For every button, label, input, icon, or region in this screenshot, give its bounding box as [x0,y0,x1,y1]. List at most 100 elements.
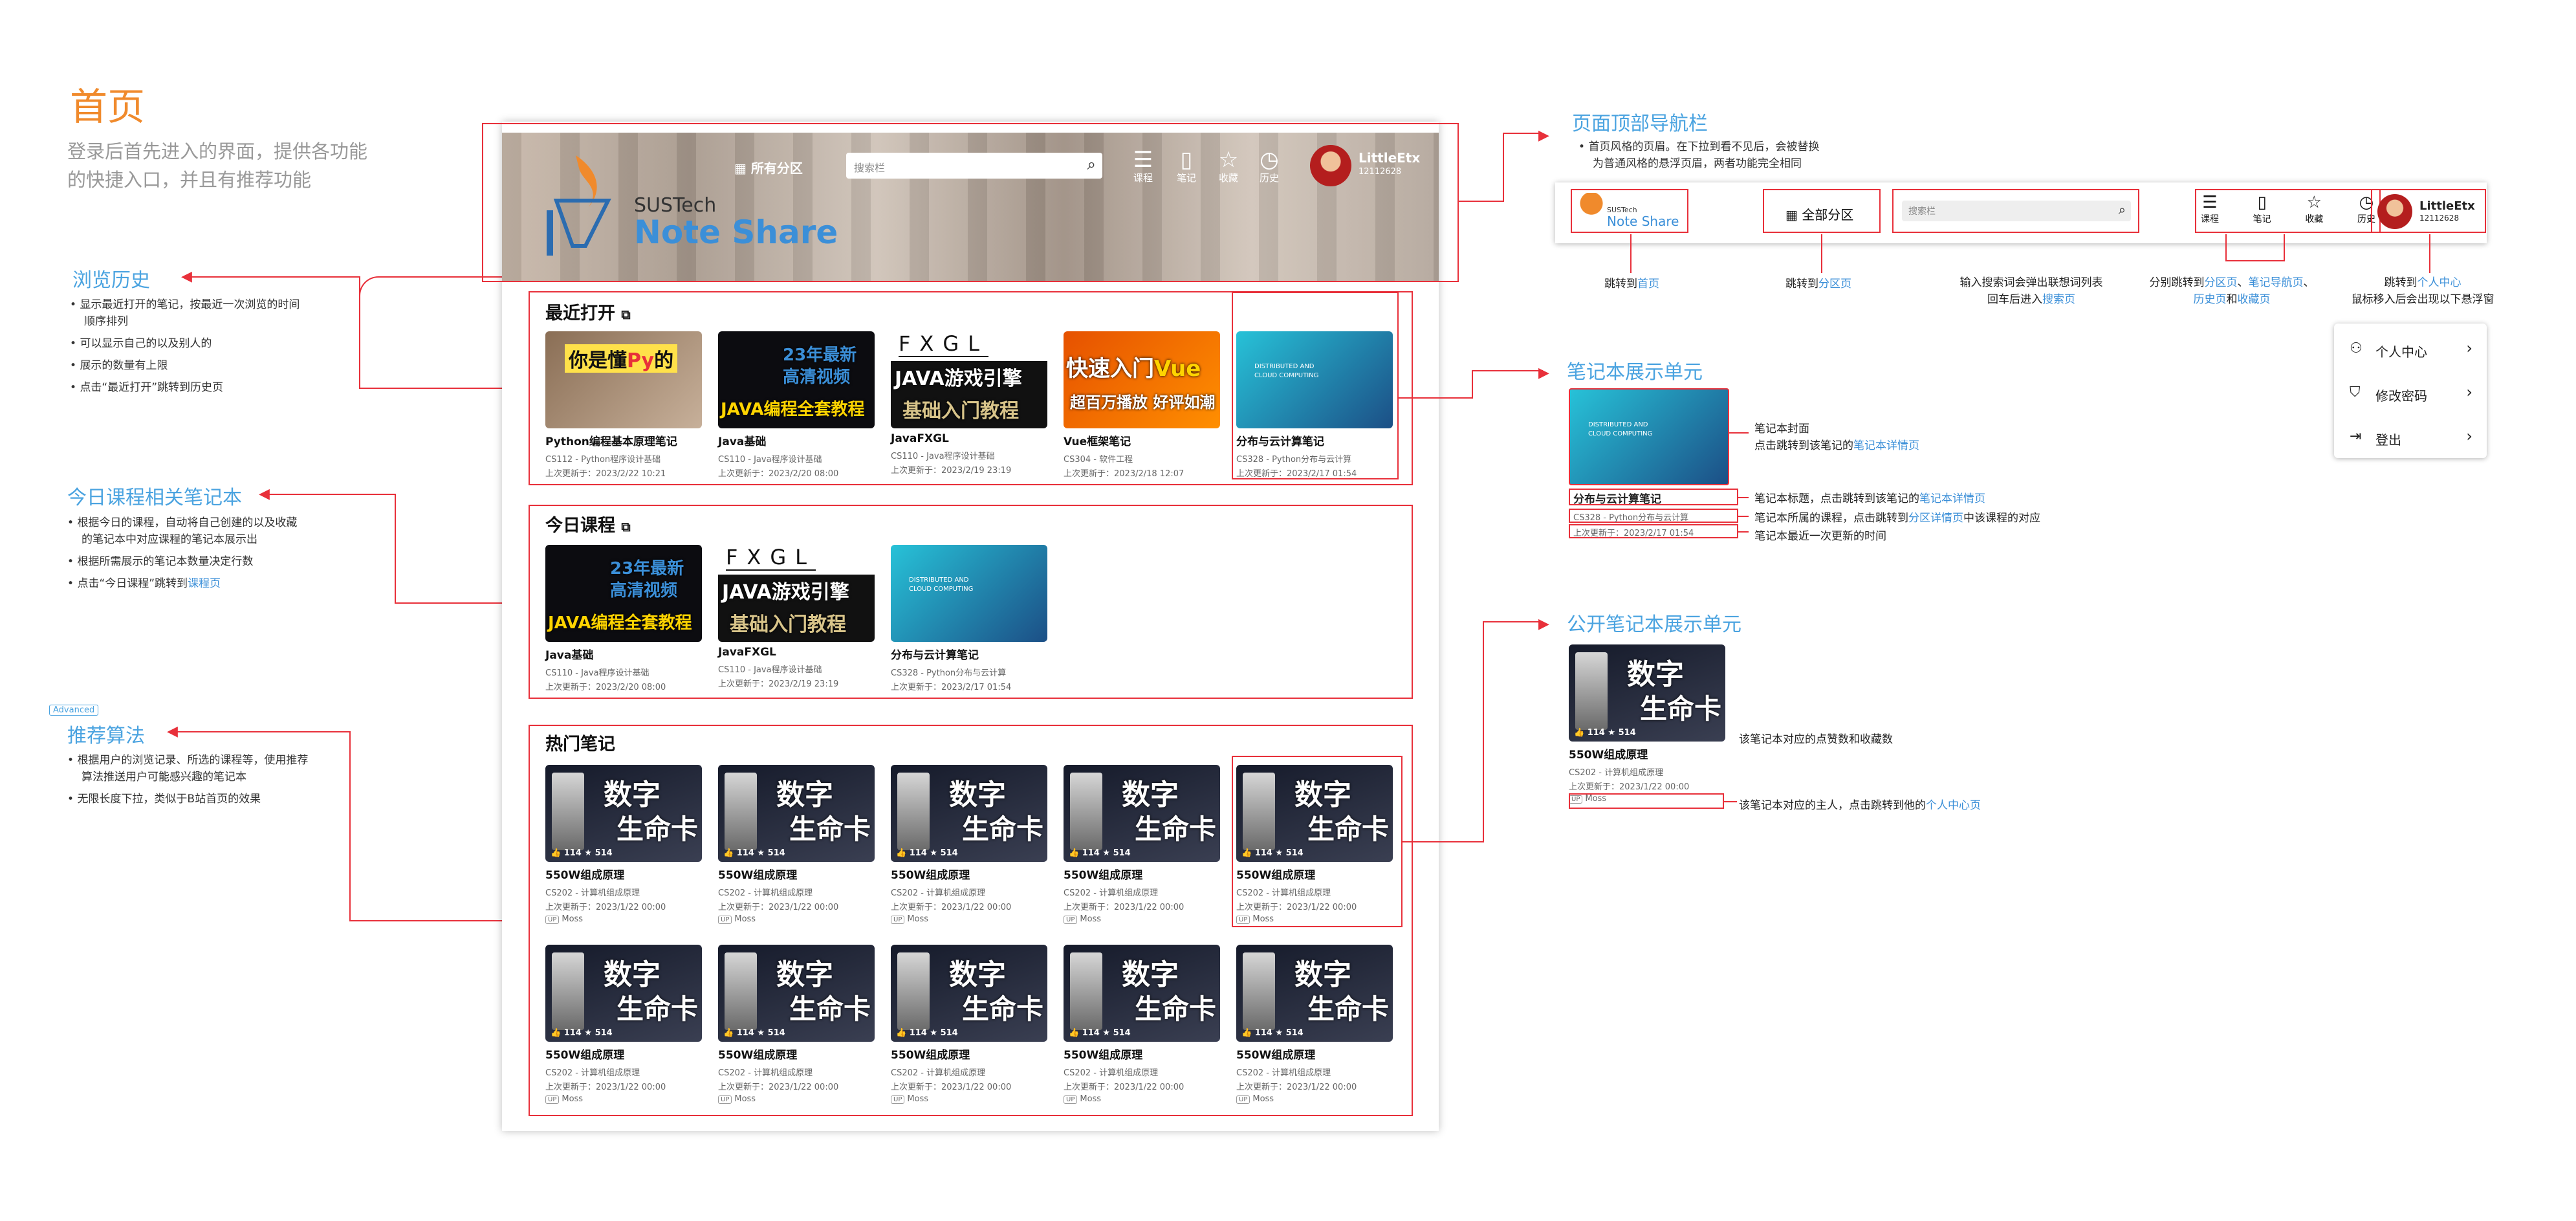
hot-note-card[interactable]: 数字 生命卡 👍 114 ★ 514 550W组成原理 CS202 - 计算机组成原理上… [545,945,702,1104]
public-note-card[interactable]: 数字 生命卡 👍 114 ★ 514 550W组成原理 CS202 - 计算机组成… [1569,644,1725,804]
note-cover[interactable]: 数字 生命卡 👍 114 ★ 514 [1236,945,1393,1042]
menu-personal-center[interactable]: ⚇ 个人中心 › [2334,330,2487,369]
note-course[interactable]: CS202 - 计算机组成原理 [1064,886,1220,898]
owner[interactable]: UP Moss [545,1094,702,1104]
owner[interactable]: UP Moss [891,1094,1047,1104]
mini-user-name[interactable]: LittleEtx [2419,199,2475,213]
note-cover[interactable]: DISTRIBUTED AND CLOUD COMPUTING [891,545,1047,642]
note-cover[interactable]: 数字 生命卡 👍 114 ★ 514 [718,765,875,862]
annot-note-cover[interactable]: DISTRIBUTED AND CLOUD COMPUTING [1569,388,1729,485]
mini-note-button[interactable]: ▯ 笔记 [2253,193,2271,225]
owner[interactable]: UP Moss [718,1094,875,1104]
logout-icon: ⇥ [2350,428,2362,445]
notebook-icon: ▯ [1180,147,1193,173]
note-cover[interactable]: 快速入门Vue 超百万播放 好评如潮 [1064,331,1220,428]
star-icon: ★ [1102,1028,1111,1038]
owner[interactable]: UP Moss [1236,1094,1393,1104]
note-cover[interactable]: 数字 生命卡 👍 114 ★ 514 [545,945,702,1042]
hot-note-card[interactable]: 数字 生命卡 👍 114 ★ 514 550W组成原理 CS202 - 计算机组成原理上… [545,765,702,924]
note-cover[interactable]: 数字 生命卡 👍 114 ★ 514 [891,765,1047,862]
note-updated: 上次更新于：2023/1/22 00:00 [1064,903,1184,912]
note-course[interactable]: CS202 - 计算机组成原理 [545,1066,702,1078]
recent-note-card[interactable]: FXGL JAVA游戏引擎 基础入门教程 JavaFXGL CS110 - Java程… [891,331,1047,476]
owner[interactable]: UP Moss [1064,1094,1220,1104]
hot-note-card[interactable]: 数字 生命卡 👍 114 ★ 514 550W组成原理 CS202 - 计算机组成原理上… [718,945,875,1104]
note-cover[interactable]: 23年最新 高清视频 JAVA编程全套教程 [718,331,875,428]
note-cover[interactable]: 数字 生命卡 👍 114 ★ 514 [545,765,702,862]
today-note-card[interactable]: DISTRIBUTED AND CLOUD COMPUTING 分布与云计算笔记 C… [891,545,1047,692]
hot-note-card[interactable]: 数字 生命卡 👍 114 ★ 514 550W组成原理 CS202 - 计算机组成原理上… [891,945,1047,1104]
user-name[interactable]: LittleEtx [1359,150,1420,166]
today-note-card[interactable]: 23年最新 高清视频 JAVA编程全套教程 Java基础 CS110 - Java程序… [545,545,702,692]
history-nav-button[interactable]: ◷ 历史 [1255,149,1283,184]
hot-note-card[interactable]: 数字 生命卡 👍 114 ★ 514 550W组成原理 CS202 - 计算机组成原理上… [1236,945,1393,1104]
like-icon: 👍 [551,1028,562,1038]
recent-note-card[interactable]: 23年最新 高清视频 JAVA编程全套教程 Java基础 CS110 - Java程序… [718,331,875,479]
owner[interactable]: UP Moss [545,914,702,924]
card-highlight [1232,292,1399,479]
owner[interactable]: UP Moss [718,914,875,924]
mini-avatar[interactable] [2377,194,2412,229]
grid-icon: ▦ [1785,207,1802,223]
note-cover[interactable]: 数字 生命卡 👍 114 ★ 514 [1064,945,1220,1042]
hot-note-card[interactable]: 数字 生命卡 👍 114 ★ 514 550W组成原理 CS202 - 计算机组成原理上… [1064,765,1220,924]
mini-all-sections[interactable]: ▦ 全部分区 [1785,204,1853,223]
course-nav-button[interactable]: ☰ 课程 [1129,149,1157,184]
notebook-icon: ▯ [2257,193,2267,212]
arrow-left-icon: ◀ [167,723,178,740]
hot-note-card[interactable]: 数字 生命卡 👍 114 ★ 514 550W组成原理 CS202 - 计算机组成原理上… [1064,945,1220,1104]
note-course[interactable]: CS202 - 计算机组成原理 [718,1066,875,1078]
today-notes-list: 根据今日的课程，自动将自己创建的以及收藏的笔记本中对应课程的笔记本展示出根据所需… [67,514,300,597]
public-annot-title: 公开笔记本展示单元 [1567,613,1741,636]
note-title[interactable]: 550W组成原理 [891,1046,1047,1062]
recent-note-card[interactable]: 你是懂Py的 Python编程基本原理笔记 CS112 - Python程序设计基… [545,331,702,479]
like-fav-stats: 👍 114 ★ 514 [1241,1028,1304,1038]
mini-search-input[interactable]: 搜索栏 ⌕ [1902,201,2131,221]
hot-note-card[interactable]: 数字 生命卡 👍 114 ★ 514 550W组成原理 CS202 - 计算机组成原理上… [891,765,1047,924]
sustech-logo[interactable] [543,149,621,259]
note-title[interactable]: 550W组成原理 [1064,1046,1220,1062]
nav-annot-desc: 首页风格的页眉。在下拉到看不见后，会被替换为普通风格的悬浮页眉，两者功能完全相同 [1578,138,1941,172]
owner[interactable]: UP Moss [1064,914,1220,924]
note-course[interactable]: CS202 - 计算机组成原理 [545,886,702,898]
note-cover[interactable]: 数字 生命卡 👍 114 ★ 514 [891,945,1047,1042]
annot-card-course[interactable]: CS328 - Python分布与云计算 [1573,511,1688,523]
mini-logo-icon[interactable] [1578,193,1604,228]
note-cover[interactable]: 23年最新 高清视频 JAVA编程全套教程 [545,545,702,642]
note-title[interactable]: 550W组成原理 [545,1046,702,1062]
note-course[interactable]: CS202 - 计算机组成原理 [891,1066,1047,1078]
menu-logout[interactable]: ⇥ 登出 › [2334,418,2487,457]
note-title[interactable]: 550W组成原理 [545,866,702,882]
note-title[interactable]: 550W组成原理 [891,866,1047,882]
note-title[interactable]: 550W组成原理 [1064,866,1220,882]
note-cover[interactable]: 数字 生命卡 👍 114 ★ 514 [1064,765,1220,862]
today-note-card[interactable]: FXGL JAVA游戏引擎 基础入门教程 JavaFXGL CS110 - Java程… [718,545,875,689]
mini-fav-button[interactable]: ☆ 收藏 [2305,193,2323,225]
owner[interactable]: UP Moss [891,914,1047,924]
note-title[interactable]: 550W组成原理 [718,1046,875,1062]
note-cover[interactable]: 你是懂Py的 [545,331,702,428]
note-title[interactable]: 550W组成原理 [718,866,875,882]
search-input[interactable]: 搜索栏 ⌕ [846,153,1102,179]
note-cover[interactable]: 数字 生命卡 👍 114 ★ 514 [718,945,875,1042]
note-nav-button[interactable]: ▯ 笔记 [1172,149,1201,184]
menu-change-password[interactable]: ⛉ 修改密码 › [2334,374,2487,413]
recent-note-card[interactable]: 快速入门Vue 超百万播放 好评如潮 Vue框架笔记 CS304 - 软件工程 上次更… [1064,331,1220,479]
note-course[interactable]: CS202 - 计算机组成原理 [1064,1066,1220,1078]
search-icon[interactable]: ⌕ [1087,155,1096,173]
note-course[interactable]: CS202 - 计算机组成原理 [1236,1066,1393,1078]
note-course[interactable]: CS202 - 计算机组成原理 [718,886,875,898]
all-sections-button[interactable]: ▦ 所有分区 [734,158,803,177]
note-course[interactable]: CS202 - 计算机组成原理 [891,886,1047,898]
hot-note-card[interactable]: 数字 生命卡 👍 114 ★ 514 550W组成原理 CS202 - 计算机组成原理上… [718,765,875,924]
user-avatar[interactable] [1310,145,1351,186]
recent-title[interactable]: 最近打开 ⧉ [545,299,631,324]
favorites-nav-button[interactable]: ☆ 收藏 [1214,149,1243,184]
mini-course-button[interactable]: ☰ 课程 [2201,193,2219,225]
today-title[interactable]: 今日课程 ⧉ [545,511,631,536]
note-cover[interactable]: FXGL JAVA游戏引擎 基础入门教程 [891,331,1047,428]
note-cover[interactable]: FXGL JAVA游戏引擎 基础入门教程 [718,545,875,642]
note-title[interactable]: 550W组成原理 [1236,1046,1393,1062]
note-cover[interactable]: 数字 生命卡 👍 114 ★ 514 [1569,644,1725,742]
annot-card-title[interactable]: 分布与云计算笔记 [1573,490,1661,506]
